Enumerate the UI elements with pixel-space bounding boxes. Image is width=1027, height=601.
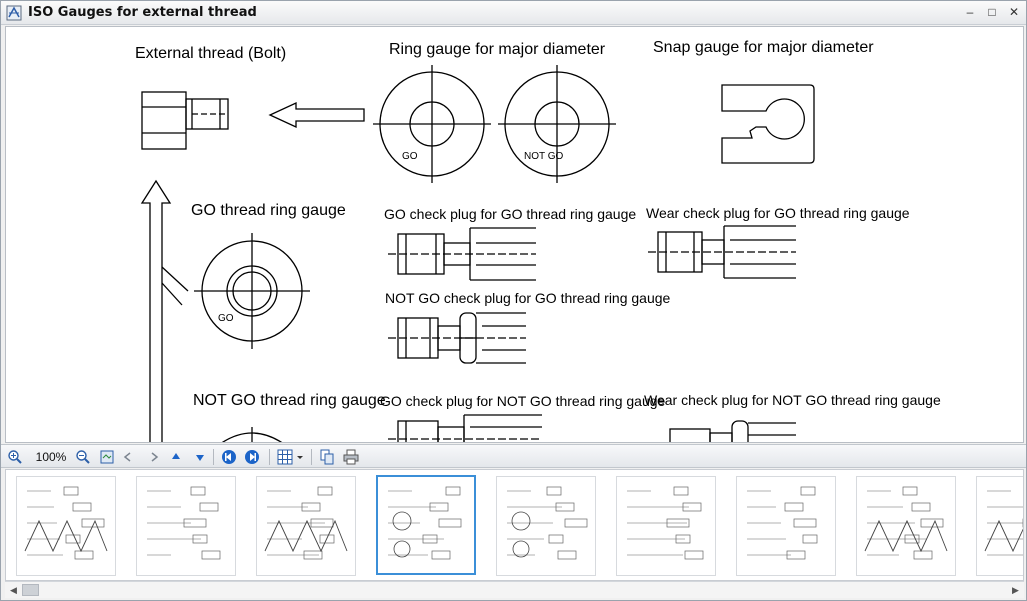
app-icon [6, 5, 22, 21]
go-thread-ring-gauge [194, 233, 310, 349]
wear-check-plug [648, 225, 796, 279]
ring-gauge-not-go [498, 65, 616, 183]
thumbnail-preview [147, 486, 221, 560]
window-title: ISO Gauges for external thread [28, 5, 257, 20]
fit-page-icon [100, 450, 114, 464]
scroll-right-icon[interactable]: ▶ [1007, 582, 1024, 598]
label-snap-gauge: Snap gauge for major diameter [653, 39, 874, 56]
next-arrow-icon [151, 452, 159, 462]
diagram-canvas: External thread (Bolt) Ring gauge for ma… [135, 39, 941, 442]
zoom-out-button[interactable] [75, 448, 93, 466]
scroll-thumb[interactable] [22, 584, 39, 596]
thumbnail-preview [507, 486, 588, 560]
page-thumbnail[interactable] [496, 476, 596, 576]
label-go-check-plug-not-go: GO check plug for NOT GO thread ring gau… [380, 393, 666, 409]
page-down-button[interactable] [193, 448, 207, 466]
label-wear-check-plug: Wear check plug for GO thread ring gauge [646, 205, 910, 221]
zoom-level[interactable]: 100% [31, 448, 71, 466]
page-up-button[interactable] [169, 448, 183, 466]
page-thumbnail[interactable] [736, 476, 836, 576]
next-button[interactable] [147, 448, 161, 466]
minimize-button[interactable]: – [959, 4, 981, 21]
label-wear-check-plug-not-go: Wear check plug for NOT GO thread ring g… [644, 392, 941, 408]
title-bar: ISO Gauges for external thread – □ ✕ [1, 1, 1026, 25]
horizontal-scrollbar[interactable]: ◀ ▶ [5, 581, 1024, 598]
thumbnail-preview [627, 486, 704, 560]
last-page-button[interactable] [244, 448, 262, 466]
page-thumbnail[interactable] [856, 476, 956, 576]
copy-button[interactable] [319, 448, 337, 466]
mark-go: GO [402, 151, 418, 162]
thumbnail-preview [747, 486, 818, 560]
label-ring-gauge: Ring gauge for major diameter [389, 41, 606, 58]
thumbnail-preview [864, 486, 948, 560]
mark-not-go: NOT GO [524, 151, 563, 162]
viewer-toolbar: 100% [1, 444, 1026, 468]
close-button[interactable]: ✕ [1003, 4, 1025, 21]
copy-icon [320, 449, 334, 465]
label-external-thread: External thread (Bolt) [135, 45, 286, 62]
thumbnail-preview [388, 486, 462, 560]
wear-check-plug-not-go [669, 420, 796, 442]
go-check-plug-not-go [388, 414, 542, 442]
toolbar-separator [213, 449, 214, 465]
thumbnail-strip[interactable] [5, 469, 1024, 581]
grid-view-icon [277, 449, 303, 465]
page-thumbnail[interactable] [16, 476, 116, 576]
page-thumbnail[interactable] [976, 476, 1023, 576]
last-page-icon [245, 450, 259, 464]
prev-button[interactable] [121, 448, 135, 466]
page-thumbnail[interactable] [256, 476, 356, 576]
label-go-check-plug: GO check plug for GO thread ring gauge [384, 206, 636, 222]
document-viewer[interactable]: External thread (Bolt) Ring gauge for ma… [5, 26, 1024, 443]
thumbnail-preview [264, 486, 348, 560]
ring-gauge-go [373, 65, 491, 183]
label-go-thread-ring: GO thread ring gauge [191, 202, 346, 219]
page-thumbnail[interactable] [136, 476, 236, 576]
snap-gauge [721, 84, 815, 164]
page-down-icon [196, 455, 204, 461]
thumbnail-preview [24, 486, 108, 560]
maximize-button[interactable]: □ [981, 4, 1003, 21]
grid-view-button[interactable] [277, 448, 305, 466]
thumbnail-preview [984, 490, 1023, 556]
zoom-in-button[interactable] [7, 448, 25, 466]
arrow-up [140, 179, 172, 442]
go-check-plug [388, 227, 536, 281]
not-go-check-plug [388, 312, 526, 364]
zoom-in-icon [8, 450, 22, 464]
fit-page-button[interactable] [99, 448, 117, 466]
page-up-icon [172, 453, 180, 459]
toolbar-separator [269, 449, 270, 465]
toolbar-separator [311, 449, 312, 465]
first-page-button[interactable] [221, 448, 239, 466]
first-page-icon [222, 450, 236, 464]
arrow-left [268, 101, 365, 129]
app-window: ISO Gauges for external thread – □ ✕ Ext… [0, 0, 1027, 601]
label-not-go-check-plug: NOT GO check plug for GO thread ring gau… [385, 290, 671, 306]
zoom-out-icon [76, 450, 90, 464]
print-button[interactable] [343, 448, 361, 466]
bolt-drawing [141, 91, 229, 150]
prev-arrow-icon [123, 452, 131, 462]
mark-go-ring: GO [218, 313, 234, 324]
page-thumbnail[interactable] [376, 475, 476, 575]
page-thumbnail[interactable] [616, 476, 716, 576]
scroll-left-icon[interactable]: ◀ [5, 582, 22, 598]
label-not-go-thread-ring: NOT GO thread ring gauge [193, 392, 386, 409]
print-icon [343, 449, 359, 465]
